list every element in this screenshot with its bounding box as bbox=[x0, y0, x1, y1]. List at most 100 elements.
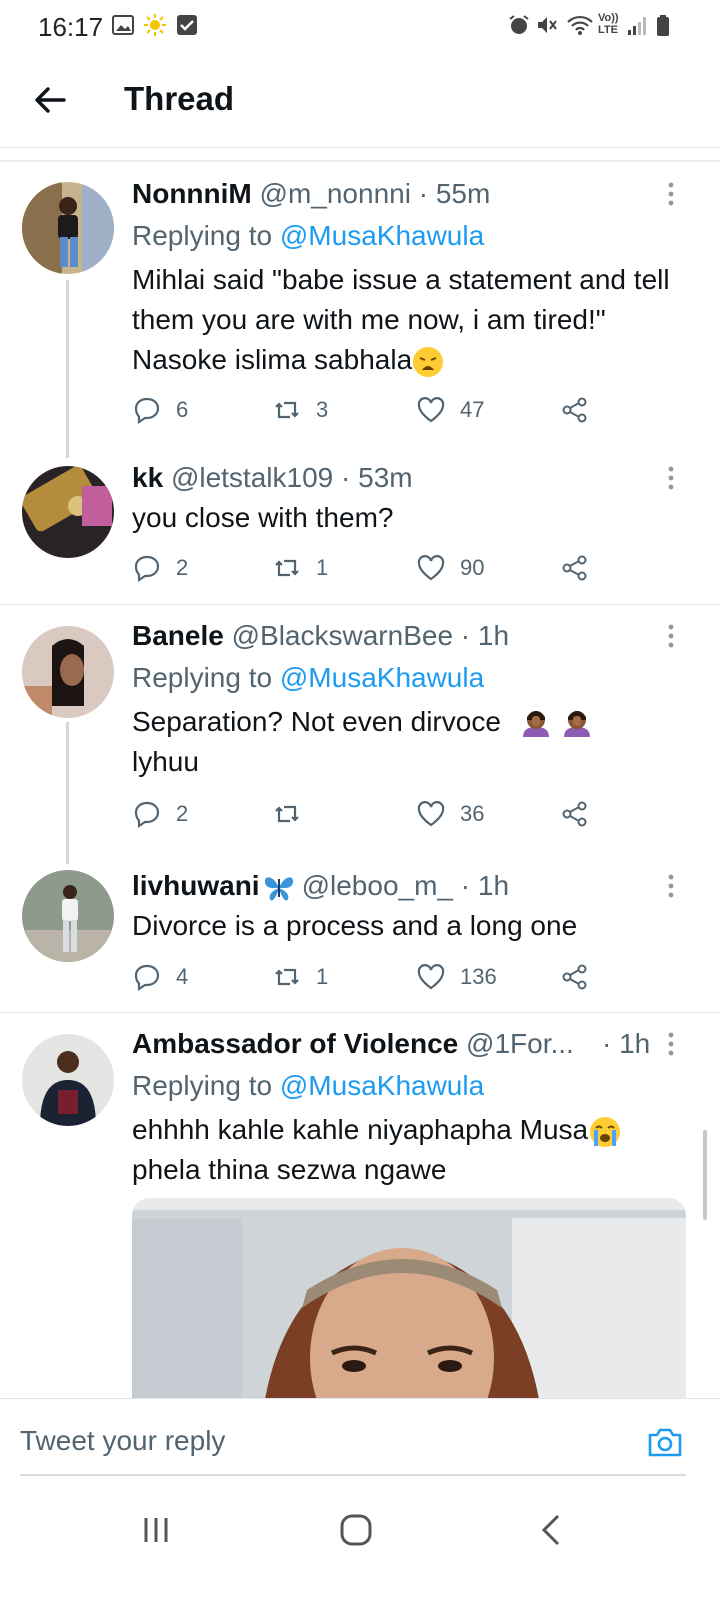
home-icon[interactable] bbox=[336, 1510, 376, 1550]
like-button[interactable]: 136 bbox=[416, 961, 497, 993]
reply-input[interactable]: Tweet your reply bbox=[20, 1425, 225, 1457]
network-label: Vo)) LTE bbox=[598, 12, 619, 36]
gallery-icon bbox=[112, 15, 134, 35]
more-options-icon[interactable] bbox=[664, 180, 678, 208]
replying-to: Replying to @MusaKhawula bbox=[132, 662, 484, 694]
comment-icon bbox=[134, 964, 160, 992]
heart-icon bbox=[417, 964, 445, 990]
reply-bar: Tweet your reply bbox=[0, 1398, 720, 1476]
mute-icon bbox=[538, 17, 557, 33]
status-time: 16:17 bbox=[38, 12, 104, 42]
scrollbar[interactable] bbox=[703, 1130, 707, 1220]
heart-icon bbox=[417, 397, 445, 423]
weary-face-icon bbox=[413, 346, 444, 377]
sun-icon bbox=[144, 14, 166, 36]
back-icon[interactable] bbox=[532, 1510, 572, 1550]
avatar[interactable] bbox=[22, 870, 114, 962]
timestamp: · 55m bbox=[418, 178, 491, 209]
reply-underline bbox=[20, 1474, 686, 1476]
page-title: Thread bbox=[124, 80, 235, 117]
avatar[interactable] bbox=[22, 1034, 114, 1126]
display-name[interactable]: kk bbox=[132, 462, 163, 493]
comment-icon bbox=[134, 801, 160, 829]
share-button[interactable] bbox=[560, 961, 604, 993]
divider bbox=[0, 160, 720, 162]
mention-link[interactable]: @MusaKhawula bbox=[280, 662, 484, 693]
tweet-actions: 2 36 bbox=[132, 798, 612, 830]
status-bar: 16:17 Vo)) LTE bbox=[0, 0, 720, 56]
retweet-button[interactable]: 3 bbox=[272, 394, 328, 426]
reply-button[interactable]: 2 bbox=[132, 552, 188, 584]
share-icon bbox=[562, 801, 587, 827]
avatar[interactable] bbox=[22, 182, 114, 274]
retweet-button[interactable]: 1 bbox=[272, 552, 328, 584]
comment-icon bbox=[134, 397, 160, 425]
like-button[interactable]: 47 bbox=[416, 394, 484, 426]
divider bbox=[0, 604, 720, 605]
more-options-icon[interactable] bbox=[664, 872, 678, 900]
tweet-header: kk @letstalk109 · 53m bbox=[132, 462, 413, 494]
display-name[interactable]: NonnniM bbox=[132, 178, 252, 209]
tweet-header: Banele @BlackswarnBee · 1h bbox=[132, 620, 509, 652]
replying-to: Replying to @MusaKhawula bbox=[132, 1070, 484, 1102]
handle: @leboo_m_ bbox=[301, 870, 453, 901]
reply-button[interactable]: 2 bbox=[132, 798, 188, 830]
wifi-icon bbox=[567, 15, 593, 35]
reply-button[interactable]: 4 bbox=[132, 961, 188, 993]
timestamp-wrapper: · 1h bbox=[602, 1028, 650, 1060]
avatar[interactable] bbox=[22, 466, 114, 558]
share-icon bbox=[562, 397, 587, 423]
butterfly-icon bbox=[264, 876, 293, 901]
share-button[interactable] bbox=[560, 394, 604, 426]
avatar[interactable] bbox=[22, 626, 114, 718]
handle: @1For... bbox=[466, 1028, 574, 1059]
replying-to: Replying to @MusaKhawula bbox=[132, 220, 484, 252]
signal-icon bbox=[628, 17, 646, 35]
display-name[interactable]: Banele bbox=[132, 620, 224, 651]
divider bbox=[0, 1012, 720, 1013]
tweet-text: you close with them? bbox=[132, 502, 394, 533]
more-options-icon[interactable] bbox=[664, 1030, 678, 1058]
reply-button[interactable]: 6 bbox=[132, 394, 188, 426]
more-options-icon[interactable] bbox=[664, 622, 678, 650]
timestamp: · 1h bbox=[460, 620, 510, 651]
recents-icon[interactable] bbox=[136, 1510, 176, 1550]
timestamp: · 1h bbox=[602, 1028, 651, 1059]
timestamp: · 53m bbox=[341, 462, 413, 493]
handle: @BlackswarnBee bbox=[231, 620, 454, 651]
mention-link[interactable]: @MusaKhawula bbox=[280, 220, 484, 251]
retweet-icon bbox=[275, 401, 299, 419]
heart-icon bbox=[417, 555, 445, 581]
loudly-crying-face-icon bbox=[590, 1116, 621, 1147]
tweet-media-image[interactable] bbox=[132, 1198, 686, 1418]
mention-link[interactable]: @MusaKhawula bbox=[280, 1070, 484, 1101]
woman-facepalming-icon bbox=[522, 710, 549, 737]
share-button[interactable] bbox=[560, 798, 604, 830]
more-options-icon[interactable] bbox=[664, 464, 678, 492]
retweet-icon bbox=[275, 559, 299, 577]
retweet-icon bbox=[275, 805, 299, 823]
tweet-text: Mihlai said "babe issue a statement and … bbox=[132, 260, 692, 380]
share-icon bbox=[562, 964, 587, 990]
replying-label: Replying to bbox=[132, 220, 273, 251]
arrow-left-icon[interactable] bbox=[30, 80, 70, 120]
comment-icon bbox=[134, 555, 160, 583]
handle: @m_nonnni bbox=[259, 178, 411, 209]
tweet-actions: 4 1 136 bbox=[132, 961, 612, 993]
retweet-button[interactable] bbox=[272, 798, 316, 830]
like-button[interactable]: 36 bbox=[416, 798, 484, 830]
battery-icon bbox=[657, 15, 669, 36]
tweet-text: Separation? Not even dirvoce lyhuu bbox=[132, 702, 692, 782]
retweet-button[interactable]: 1 bbox=[272, 961, 328, 993]
display-name[interactable]: Ambassador of Violence bbox=[132, 1028, 458, 1059]
woman-facepalming-icon bbox=[564, 710, 591, 737]
tweet-header: Ambassador of Violence @1For... bbox=[132, 1028, 574, 1060]
camera-icon[interactable] bbox=[646, 1423, 684, 1461]
tweet-actions: 2 1 90 bbox=[132, 552, 612, 584]
like-button[interactable]: 90 bbox=[416, 552, 484, 584]
display-name[interactable]: livhuwani bbox=[132, 870, 260, 901]
share-icon bbox=[562, 555, 587, 581]
share-button[interactable] bbox=[560, 552, 604, 584]
replying-label: Replying to bbox=[132, 1070, 273, 1101]
thread-line bbox=[66, 722, 69, 864]
